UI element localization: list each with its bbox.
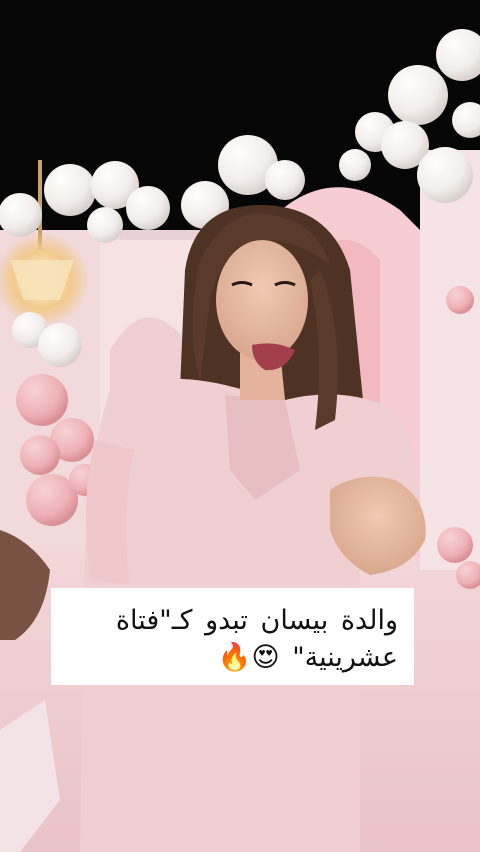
caption-line-1: والدة بيسان تبدو كـ"فتاة [115, 605, 398, 636]
caption-box: والدة بيسان تبدو كـ"فتاة عشرينية" 😍🔥 [51, 588, 414, 685]
backdrop-panel-far-right [420, 150, 480, 570]
video-frame: والدة بيسان تبدو كـ"فتاة عشرينية" 😍🔥 [0, 0, 480, 852]
caption-line-2: عشرينية" 😍🔥 [217, 642, 398, 673]
face [216, 240, 308, 360]
party-scene-photo [0, 0, 480, 852]
